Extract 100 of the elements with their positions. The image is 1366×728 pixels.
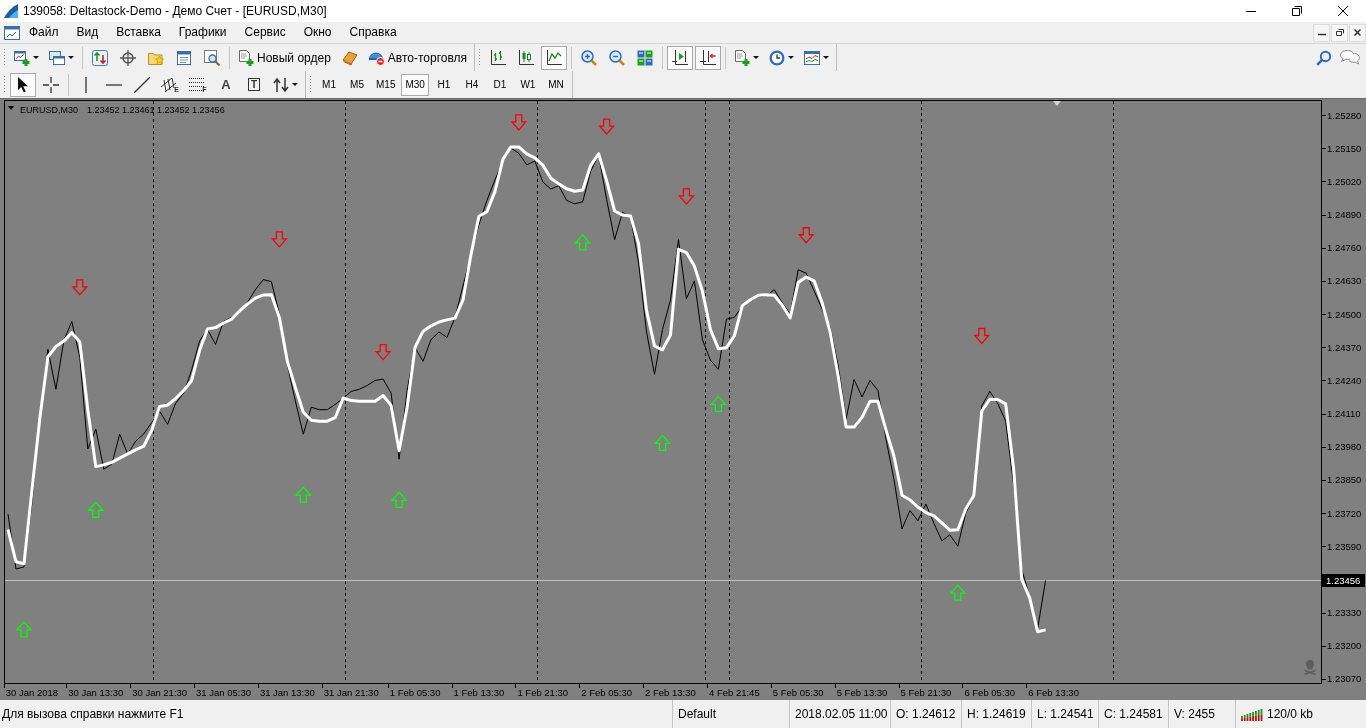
- caret-icon: [68, 56, 74, 59]
- time-axis-label: 6 Feb 05:30: [964, 687, 1016, 698]
- menu-item[interactable]: Сервис: [235, 23, 295, 42]
- grip-handle[interactable]: [478, 48, 482, 67]
- price-axis-label: 1.23720: [1327, 507, 1362, 519]
- search-icon: [1316, 49, 1332, 66]
- down-arrow-icon: [678, 188, 695, 205]
- time-axis-label: 1 Feb 21:30: [517, 687, 569, 698]
- price-axis-label: 1.23070: [1327, 673, 1362, 685]
- up-arrow-icon: [949, 584, 967, 601]
- timeframe-button[interactable]: M5: [344, 73, 370, 96]
- time-axis-label: 6 Feb 13:30: [1028, 687, 1079, 698]
- bar-chart-icon: [490, 49, 507, 66]
- price-axis-label: 1.25280: [1327, 109, 1362, 121]
- time-axis-label: 1 Feb 13:30: [453, 687, 505, 698]
- search-button[interactable]: [1316, 49, 1332, 66]
- menu-item[interactable]: Вставка: [107, 23, 170, 42]
- price-axis-label: 1.23330: [1327, 607, 1362, 619]
- chart-symbol-text: EURUSD,M30: [20, 104, 78, 115]
- vertical-line-icon: [85, 76, 87, 93]
- auto-trading-button[interactable]: Авто-торговля: [364, 45, 472, 70]
- timeframe-button[interactable]: H4: [458, 73, 485, 96]
- close-button[interactable]: [1349, 23, 1366, 42]
- price-axis-label: 1.24110: [1327, 408, 1361, 420]
- exchange-arrows-icon: [92, 49, 108, 66]
- caret-icon: [753, 56, 760, 59]
- price-axis-label: 1.24500: [1327, 308, 1362, 320]
- menu-item[interactable]: Файл: [20, 23, 68, 42]
- axis-arrow-icon: [700, 49, 717, 66]
- profile-name: Default: [678, 706, 717, 722]
- menu-item[interactable]: Вид: [67, 23, 108, 42]
- crosshair-icon: [43, 76, 59, 93]
- toolbar-button[interactable]: [695, 45, 722, 70]
- time-axis-label: 4 Feb 21:45: [709, 687, 760, 698]
- price-axis-label: 1.24890: [1327, 209, 1362, 221]
- new-order-button[interactable]: Новый ордер: [234, 45, 335, 70]
- candlestick-icon: [518, 49, 535, 66]
- label-tool-button[interactable]: T: [241, 72, 267, 97]
- timeframe-button[interactable]: W1: [514, 73, 541, 96]
- help-text: Для вызова справки нажмите F1: [2, 706, 184, 722]
- down-arrow-icon: [270, 231, 288, 248]
- axis-play-icon: [672, 49, 689, 66]
- high-price: H: 1.24619: [967, 706, 1026, 722]
- grip-handle[interactable]: [3, 48, 6, 67]
- time-axis-label: 30 Jan 13:30: [68, 687, 124, 698]
- magnifier-window-icon: [204, 49, 220, 66]
- toolbar-button[interactable]: [10, 72, 36, 97]
- close-icon: [1354, 29, 1361, 36]
- crosshair-icon: [120, 49, 136, 66]
- price-axis-label: 1.25150: [1327, 142, 1362, 154]
- tile-windows-icon: [637, 49, 654, 66]
- minimize-icon: [1246, 10, 1256, 12]
- time-axis-label: 5 Feb 21:30: [900, 687, 952, 698]
- zoom-out-icon: [609, 49, 626, 66]
- grip-handle[interactable]: [3, 75, 6, 94]
- dotted-lines-icon: [189, 76, 206, 93]
- price-axis-label: 1.24240: [1327, 374, 1362, 386]
- timeframe-button[interactable]: M30: [401, 73, 429, 96]
- chart-window-icon[interactable]: [4, 24, 20, 41]
- timeframe-button[interactable]: MN: [542, 73, 569, 96]
- grip-handle[interactable]: [309, 75, 312, 94]
- time-axis-label: 31 Jan 21:30: [323, 687, 379, 698]
- price-axis-label: 1.23590: [1327, 540, 1362, 552]
- menu-item[interactable]: Справка: [340, 23, 406, 42]
- timeframe-button[interactable]: M1: [316, 73, 342, 96]
- chat-button[interactable]: [1340, 50, 1360, 65]
- up-arrow-icon: [87, 501, 105, 518]
- timeframe-button[interactable]: H1: [430, 73, 457, 96]
- toolbar-button[interactable]: [667, 45, 694, 70]
- price-axis-label: 1.23850: [1327, 474, 1362, 486]
- text-tool-button[interactable]: A: [213, 72, 239, 97]
- ohlc-values-text: 1.23452 1.23461 1.23452 1.23456: [87, 104, 225, 115]
- time-axis-label: 5 Feb 13:30: [836, 687, 888, 698]
- timeframe-button[interactable]: D1: [486, 73, 513, 96]
- time-axis-label: 31 Jan 13:30: [259, 687, 315, 698]
- time-axis-label: 31 Jan 05:30: [196, 687, 251, 698]
- connection-bars-icon: [1241, 707, 1263, 721]
- time-axis-label: 30 Jan 21:30: [132, 687, 188, 698]
- up-arrow-icon: [15, 620, 33, 638]
- restore-button[interactable]: [1331, 23, 1348, 42]
- price-axis-label: 1.23200: [1327, 640, 1362, 652]
- time-axis-label: 1 Feb 05:30: [389, 687, 441, 698]
- skull-icon: [1303, 660, 1317, 676]
- minimize-button[interactable]: [1313, 23, 1330, 42]
- up-arrow-icon: [709, 395, 727, 412]
- menu-item[interactable]: Окно: [294, 23, 341, 42]
- menu-item[interactable]: Графики: [169, 23, 236, 42]
- caret-icon: [292, 83, 298, 86]
- time-axis-label: 5 Feb 05:30: [772, 687, 824, 698]
- line-chart-icon: [546, 49, 563, 66]
- price-axis-label: 1.24630: [1327, 275, 1362, 287]
- time-axis-label: 2 Feb 05:30: [581, 687, 632, 698]
- indicator-chart-icon: [804, 49, 821, 66]
- toolbar-button[interactable]: [541, 45, 568, 70]
- document-plus-icon: [238, 49, 254, 66]
- down-arrow-icon: [973, 327, 991, 345]
- close-icon: [1338, 6, 1348, 16]
- window-list-icon: [176, 49, 192, 66]
- restore-icon: [1292, 6, 1302, 16]
- timeframe-button[interactable]: M15: [372, 73, 400, 96]
